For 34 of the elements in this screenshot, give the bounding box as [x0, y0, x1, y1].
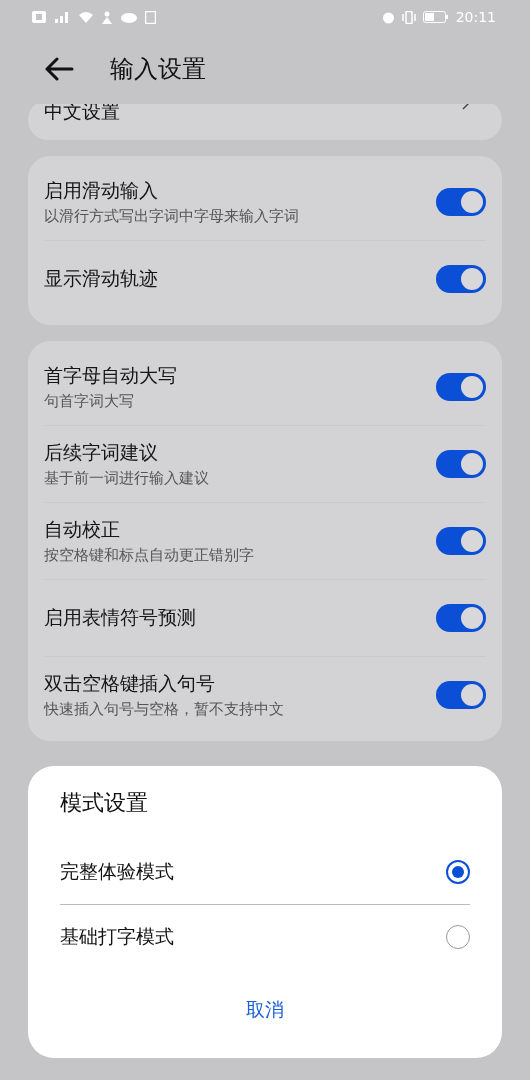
toggle-switch[interactable]: [436, 527, 486, 555]
notification-icon: [32, 11, 46, 23]
toggle-switch[interactable]: [436, 373, 486, 401]
option-label: 基础打字模式: [60, 924, 174, 949]
setting-title: 显示滑动轨迹: [44, 266, 158, 291]
sheet-title: 模式设置: [60, 789, 149, 817]
setting-title: 双击空格键插入句号: [44, 671, 216, 696]
wifi-icon: [78, 11, 94, 23]
page-title: 输入设置: [110, 54, 206, 85]
setting-description: 以滑行方式写出字词中字母来输入字词: [44, 207, 299, 226]
setting-title: 后续字词建议: [44, 440, 159, 465]
setting-description: 句首字词大写: [44, 392, 135, 411]
status-time: 20:11: [455, 9, 496, 25]
setting-description: 基于前一词进行输入建议: [44, 469, 209, 488]
battery-icon: [422, 11, 449, 23]
setting-description: 快速插入句号与空格，暂不支持中文: [44, 700, 284, 719]
chevron-icon: [462, 102, 470, 110]
setting-title: 首字母自动大写: [44, 363, 177, 388]
option-label: 完整体验模式: [60, 859, 174, 884]
setting-title: 启用滑动输入: [44, 178, 159, 203]
setting-title: 自动校正: [44, 517, 121, 542]
person-icon: [101, 10, 113, 24]
toggle-switch[interactable]: [436, 681, 486, 709]
toggle-switch[interactable]: [436, 450, 486, 478]
setting-title: 启用表情符号预测: [44, 605, 196, 630]
radio-button[interactable]: [446, 860, 470, 884]
vibrate-icon: [401, 10, 416, 24]
toggle-switch[interactable]: [436, 265, 486, 293]
cancel-button[interactable]: 取消: [234, 991, 296, 1029]
back-arrow-icon[interactable]: [44, 57, 74, 81]
setting-description: 按空格键和标点自动更正错别字: [44, 546, 254, 565]
toggle-switch[interactable]: [436, 604, 486, 632]
toggle-switch[interactable]: [436, 188, 486, 216]
signal-icon: [53, 11, 71, 23]
